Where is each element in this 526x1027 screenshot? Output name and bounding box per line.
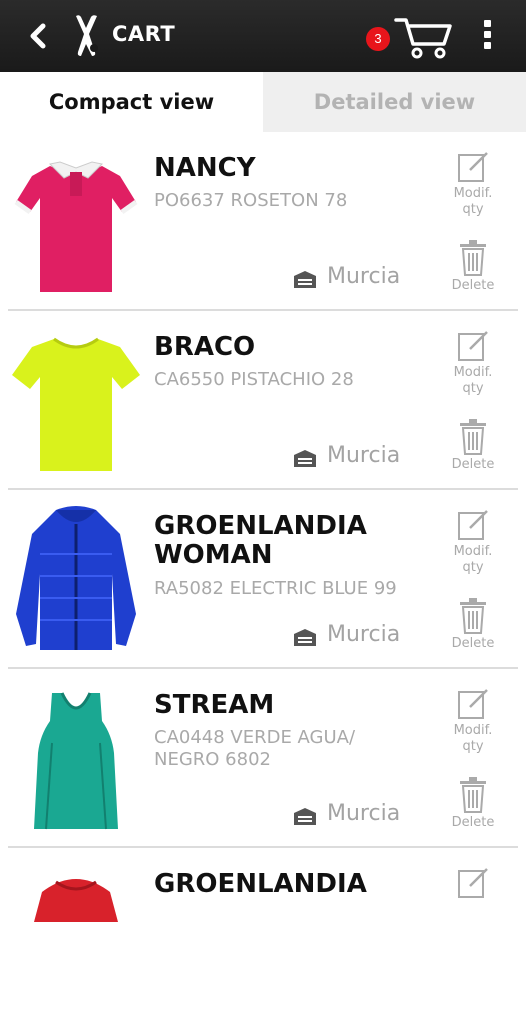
modify-qty-button[interactable] [446,866,500,902]
modify-qty-label: Modif. qty [453,186,493,217]
back-arrow-icon[interactable] [22,20,54,52]
delete-button[interactable]: Delete [446,598,500,652]
cart-icon[interactable] [394,14,454,60]
store-location: Murcia [293,443,413,473]
delete-label: Delete [451,815,495,830]
trash-icon [460,419,486,455]
product-name: GROENLANDIA [154,869,367,899]
cart-item[interactable]: GROENLANDIA [0,848,526,1027]
edit-icon [458,689,488,719]
brand-logo-icon [76,15,98,56]
product-image[interactable] [12,146,140,296]
product-name: STREAM [154,690,275,720]
store-name: Murcia [327,622,401,647]
modify-qty-label: Modif. qty [453,544,493,575]
modify-qty-button[interactable]: Modif. qty [446,687,500,755]
trash-icon [460,240,486,276]
store-icon [294,808,316,825]
tab-detailed-view[interactable]: Detailed view [263,72,526,132]
delete-button[interactable]: Delete [446,240,500,294]
edit-icon [458,510,488,540]
store-location: Murcia [293,264,413,294]
cart-item[interactable]: GROENLANDIA WOMAN RA5082 ELECTRIC BLUE 9… [0,490,526,669]
product-name: NANCY [154,153,256,183]
modify-qty-label: Modif. qty [453,365,493,396]
page-title: CART [112,22,176,46]
cart-item[interactable]: BRACO CA6550 PISTACHIO 28 Murcia Modif. q… [0,311,526,490]
tab-compact-view[interactable]: Compact view [0,72,263,132]
product-code: RA5082 ELECTRIC BLUE 99 [154,578,397,599]
cart-count-badge: 3 [366,27,390,51]
product-code: CA0448 VERDE AGUA/ NEGRO 6802 [154,727,356,770]
modify-qty-button[interactable]: Modif. qty [446,508,500,576]
view-tabs: Compact view Detailed view [0,72,526,132]
top-app-bar: CART 3 [0,0,526,72]
store-location: Murcia [293,622,413,652]
store-icon [294,450,316,467]
product-name: BRACO [154,332,256,362]
product-name: GROENLANDIA WOMAN [154,511,367,570]
store-icon [294,629,316,646]
product-code: PO6637 ROSETON 78 [154,190,348,211]
product-code: CA6550 PISTACHIO 28 [154,369,354,390]
product-image[interactable] [12,504,140,654]
delete-label: Delete [451,457,495,472]
product-image[interactable] [12,683,140,833]
store-name: Murcia [327,443,401,468]
delete-label: Delete [451,636,495,651]
delete-button[interactable]: Delete [446,777,500,831]
store-location: Murcia [293,801,413,831]
trash-icon [460,777,486,813]
edit-icon [458,152,488,182]
product-image[interactable] [12,325,140,475]
delete-button[interactable]: Delete [446,419,500,473]
cart-item[interactable]: STREAM CA0448 VERDE AGUA/ NEGRO 6802 Mur… [0,669,526,848]
trash-icon [460,598,486,634]
store-name: Murcia [327,264,401,289]
more-options-icon[interactable] [480,20,494,56]
edit-icon [458,331,488,361]
modify-qty-label: Modif. qty [453,723,493,754]
product-image[interactable] [12,862,140,1012]
modify-qty-button[interactable]: Modif. qty [446,150,500,218]
cart-item[interactable]: NANCY PO6637 ROSETON 78 Murcia Modif. qty… [0,132,526,311]
store-icon [294,271,316,288]
store-name: Murcia [327,801,401,826]
delete-label: Delete [451,278,495,293]
modify-qty-button[interactable]: Modif. qty [446,329,500,397]
edit-icon [458,868,488,898]
